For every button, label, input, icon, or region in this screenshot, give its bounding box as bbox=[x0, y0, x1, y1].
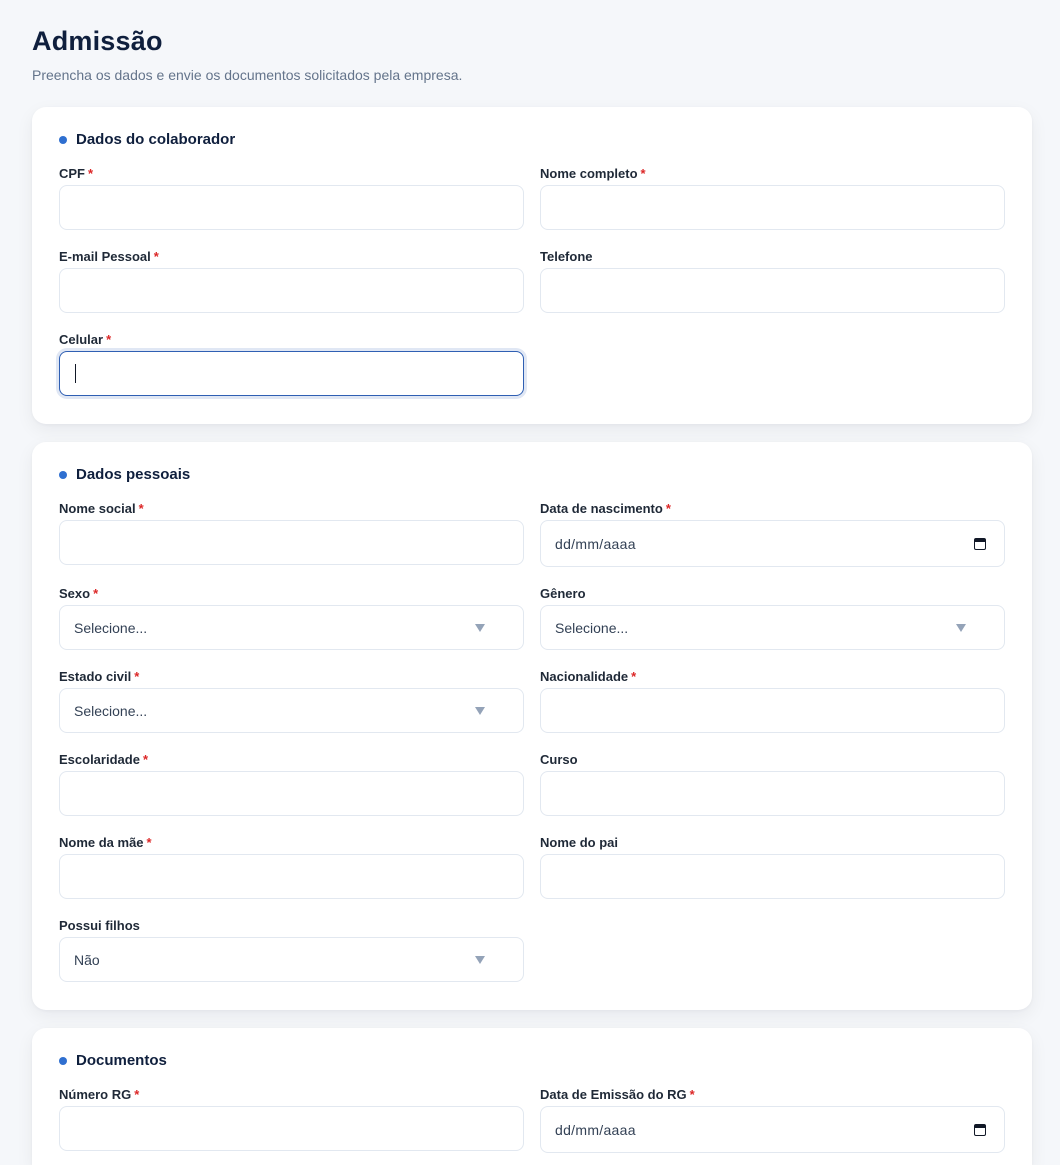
field-label: Sexo * bbox=[59, 586, 99, 601]
estado-civil-select[interactable]: Selecione... bbox=[59, 688, 524, 733]
field-data-emissao-rg: Data de Emissão do RG * dd/mm/aaaa bbox=[540, 1087, 1005, 1153]
select-value: Selecione... bbox=[555, 619, 629, 636]
field-celular: Celular * bbox=[59, 332, 524, 396]
curso-input[interactable] bbox=[540, 771, 1005, 816]
field-label: Nome completo * bbox=[540, 166, 646, 181]
required-mark: * bbox=[138, 501, 144, 516]
nome-pai-input[interactable] bbox=[540, 854, 1005, 899]
date-placeholder: dd/mm/aaaa bbox=[555, 535, 636, 552]
field-label: Curso bbox=[540, 752, 578, 767]
required-mark: * bbox=[665, 501, 671, 516]
required-mark: * bbox=[134, 669, 140, 684]
chevron-down-icon bbox=[475, 623, 485, 632]
numero-rg-input[interactable] bbox=[59, 1106, 524, 1151]
field-label: Número RG * bbox=[59, 1087, 140, 1102]
field-data-nascimento: Data de nascimento * dd/mm/aaaa bbox=[540, 501, 1005, 567]
page-subtitle: Preencha os dados e envie os documentos … bbox=[32, 67, 463, 83]
required-mark: * bbox=[142, 752, 148, 767]
field-label: Possui filhos bbox=[59, 918, 140, 933]
field-nacionalidade: Nacionalidade * bbox=[540, 669, 1005, 733]
email-pessoal-input[interactable] bbox=[59, 268, 524, 313]
field-nome-mae: Nome da mãe * bbox=[59, 835, 524, 899]
field-email-pessoal: E-mail Pessoal * bbox=[59, 249, 524, 313]
required-mark: * bbox=[134, 1087, 140, 1102]
field-label: Data de Emissão do RG * bbox=[540, 1087, 695, 1102]
escolaridade-input[interactable] bbox=[59, 771, 524, 816]
field-numero-rg: Número RG * bbox=[59, 1087, 524, 1151]
field-label: Gênero bbox=[540, 586, 586, 601]
section-dados-colaborador: Dados do colaborador CPF * Nome completo *… bbox=[32, 107, 1032, 424]
field-nome-social: Nome social * bbox=[59, 501, 524, 565]
chevron-down-icon bbox=[475, 955, 485, 964]
required-mark: * bbox=[631, 669, 637, 684]
required-mark: * bbox=[146, 835, 152, 850]
possui-filhos-select[interactable]: Não bbox=[59, 937, 524, 982]
data-emissao-rg-input[interactable]: dd/mm/aaaa bbox=[540, 1106, 1005, 1153]
data-nascimento-input[interactable]: dd/mm/aaaa bbox=[540, 520, 1005, 567]
calendar-icon[interactable] bbox=[974, 537, 986, 550]
section-title: Dados pessoais bbox=[76, 466, 191, 483]
date-placeholder: dd/mm/aaaa bbox=[555, 1121, 636, 1138]
field-label: Nome do pai bbox=[540, 835, 619, 850]
field-possui-filhos: Possui filhos Não bbox=[59, 918, 524, 982]
page-title: Admissão bbox=[32, 26, 163, 56]
section-header: Dados do colaborador bbox=[59, 131, 235, 148]
field-estado-civil: Estado civil * Selecione... bbox=[59, 669, 524, 733]
section-documentos: Documentos Número RG * Data de Emissão do… bbox=[32, 1028, 1032, 1165]
chevron-down-icon bbox=[475, 706, 485, 715]
select-value: Não bbox=[74, 951, 100, 968]
field-escolaridade: Escolaridade * bbox=[59, 752, 524, 816]
select-value: Selecione... bbox=[74, 619, 148, 636]
required-mark: * bbox=[88, 166, 94, 181]
field-label: CPF * bbox=[59, 166, 94, 181]
field-nome-completo: Nome completo * bbox=[540, 166, 1005, 230]
field-label: Estado civil * bbox=[59, 669, 140, 684]
nacionalidade-input[interactable] bbox=[540, 688, 1005, 733]
telefone-input[interactable] bbox=[540, 268, 1005, 313]
required-mark: * bbox=[640, 166, 646, 181]
chevron-down-icon bbox=[956, 623, 966, 632]
field-label: Celular * bbox=[59, 332, 112, 347]
field-sexo: Sexo * Selecione... bbox=[59, 586, 524, 650]
field-genero: Gênero Selecione... bbox=[540, 586, 1005, 650]
calendar-icon[interactable] bbox=[974, 1123, 986, 1136]
field-cpf: CPF * bbox=[59, 166, 524, 230]
section-bullet-icon bbox=[59, 470, 67, 479]
select-value: Selecione... bbox=[74, 702, 148, 719]
text-caret bbox=[75, 364, 76, 383]
section-title: Documentos bbox=[76, 1052, 167, 1069]
section-dados-pessoais: Dados pessoais Nome social * Data de nasc… bbox=[32, 442, 1032, 1010]
section-header: Dados pessoais bbox=[59, 466, 190, 483]
field-label: Escolaridade * bbox=[59, 752, 148, 767]
required-mark: * bbox=[153, 249, 159, 264]
field-nome-pai: Nome do pai bbox=[540, 835, 1005, 899]
field-label: Nome social * bbox=[59, 501, 144, 516]
sexo-select[interactable]: Selecione... bbox=[59, 605, 524, 650]
required-mark: * bbox=[106, 332, 112, 347]
section-title: Dados do colaborador bbox=[76, 131, 236, 148]
celular-input[interactable] bbox=[59, 351, 524, 396]
nome-completo-input[interactable] bbox=[540, 185, 1005, 230]
required-mark: * bbox=[93, 586, 99, 601]
nome-social-input[interactable] bbox=[59, 520, 524, 565]
field-label: Nacionalidade * bbox=[540, 669, 637, 684]
field-curso: Curso bbox=[540, 752, 1005, 816]
field-label: Nome da mãe * bbox=[59, 835, 152, 850]
field-label: Telefone bbox=[540, 249, 593, 264]
field-telefone: Telefone bbox=[540, 249, 1005, 313]
nome-mae-input[interactable] bbox=[59, 854, 524, 899]
section-bullet-icon bbox=[59, 1056, 67, 1065]
field-label: E-mail Pessoal * bbox=[59, 249, 159, 264]
genero-select[interactable]: Selecione... bbox=[540, 605, 1005, 650]
required-mark: * bbox=[689, 1087, 695, 1102]
cpf-input[interactable] bbox=[59, 185, 524, 230]
field-label: Data de nascimento * bbox=[540, 501, 671, 516]
section-bullet-icon bbox=[59, 135, 67, 144]
section-header: Documentos bbox=[59, 1052, 167, 1069]
